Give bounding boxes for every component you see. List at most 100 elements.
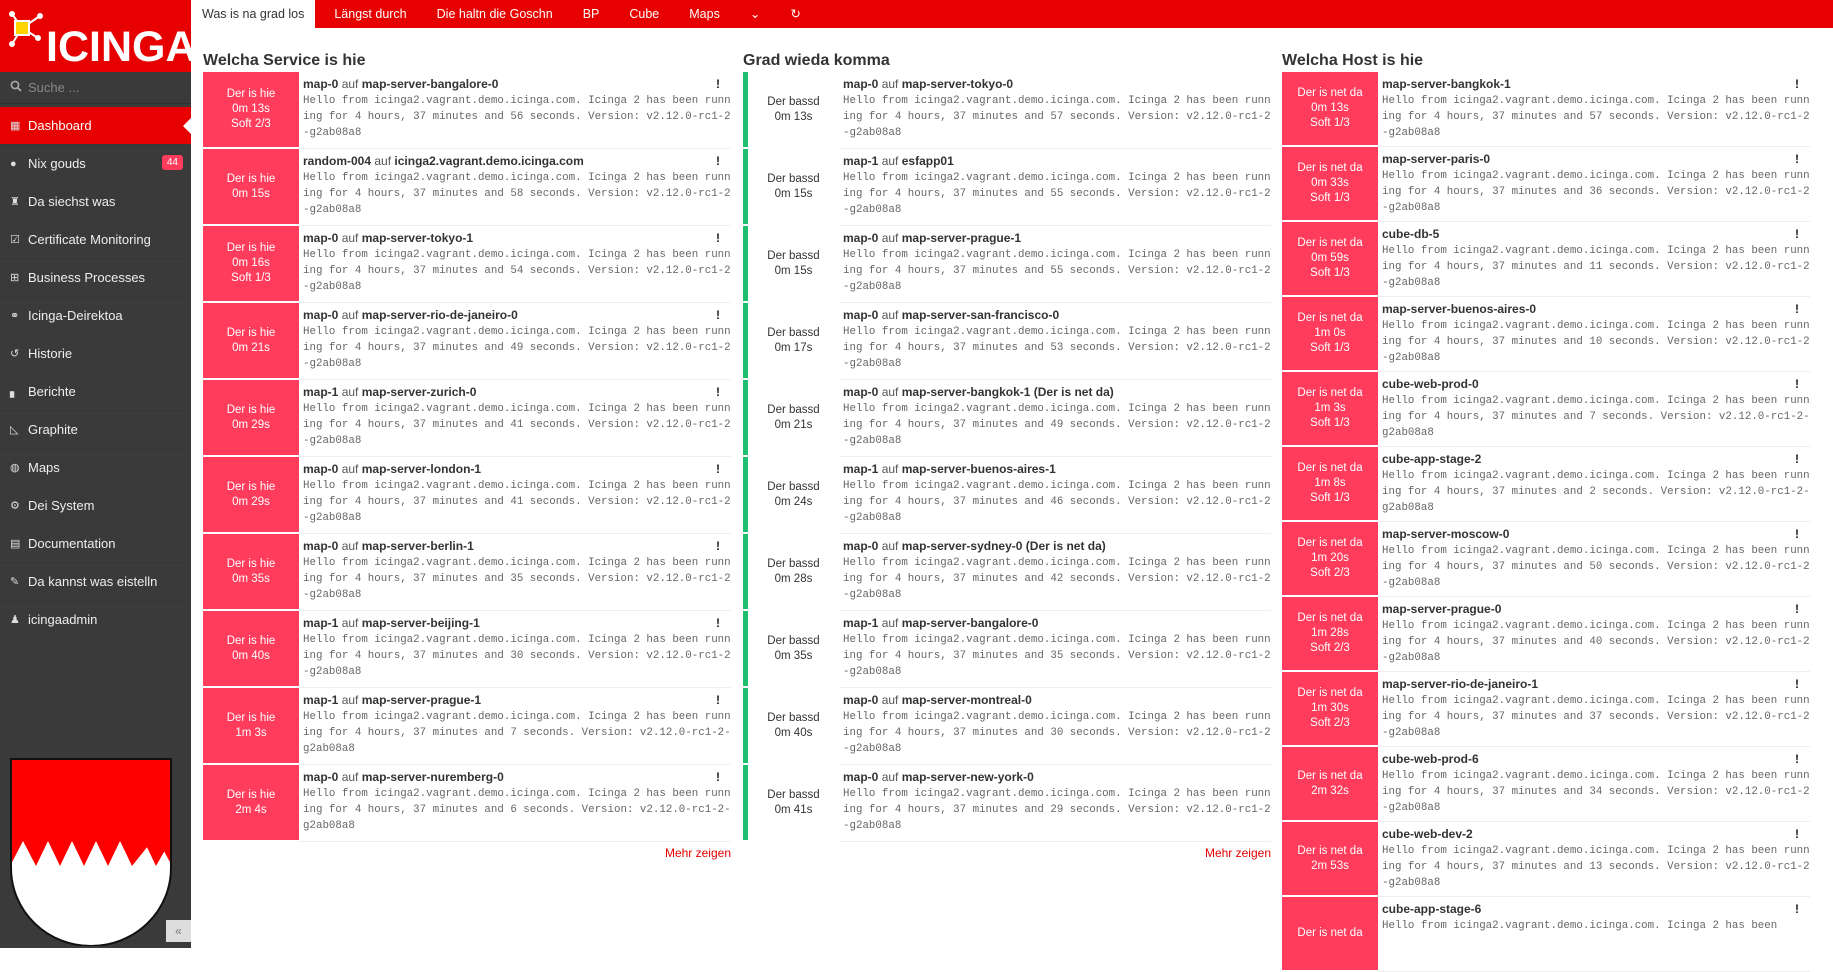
host-row[interactable]: Der is net da 1m 3s Soft 1/3 cube-web-prod-… [1282, 372, 1810, 447]
host-row[interactable]: Der is net da 1m 0s Soft 1/3 map-server-bue… [1282, 297, 1810, 372]
sidebar-item-da-siechst-was[interactable]: ♜ Da siechst was [0, 183, 191, 221]
service-row[interactable]: Der bassd 0m 15s map-0 auf map-server-prag… [743, 226, 1271, 303]
host-name-link[interactable]: map-server-nuremberg-0 [362, 770, 504, 784]
host-name-link[interactable]: cube-web-prod-6 [1382, 752, 1479, 766]
host-name-link[interactable]: map-server-san-francisco-0 [902, 308, 1059, 322]
host-name-link[interactable]: map-server-moscow-0 [1382, 527, 1509, 541]
host-name-link[interactable]: map-server-montreal-0 [902, 693, 1032, 707]
service-name-link[interactable]: random-004 [303, 154, 371, 168]
service-name-link[interactable]: map-0 [843, 770, 878, 784]
host-row[interactable]: Der is net da 2m 32s cube-web-prod-6! Hello… [1282, 747, 1810, 822]
search-input[interactable]: Suche ... [28, 80, 79, 95]
sidebar-item-nix-gouds[interactable]: ● Nix gouds 44 [0, 145, 191, 183]
tab-maps[interactable]: Maps [678, 0, 731, 28]
service-name-link[interactable]: map-0 [303, 77, 338, 91]
service-name-link[interactable]: map-0 [843, 385, 878, 399]
service-row[interactable]: Der bassd 0m 28s map-0 auf map-server-sydn… [743, 534, 1271, 611]
show-more-link[interactable]: Mehr zeigen [203, 846, 731, 860]
host-row[interactable]: Der is net da 1m 28s Soft 2/3 map-server-pr… [1282, 597, 1810, 672]
sidebar-item-da-kannst-was-eistelln[interactable]: ✎ Da kannst was eistelln [0, 563, 191, 601]
host-row[interactable]: Der is net da cube-app-stage-6! Hello from… [1282, 897, 1810, 972]
service-name-link[interactable]: map-0 [843, 231, 878, 245]
refresh-icon[interactable]: ↻ [779, 0, 811, 28]
sidebar-item-maps[interactable]: ◍ Maps [0, 449, 191, 487]
service-row[interactable]: Der bassd 0m 24s map-1 auf map-server-buen… [743, 457, 1271, 534]
service-name-link[interactable]: map-0 [303, 770, 338, 784]
service-name-link[interactable]: map-0 [843, 539, 878, 553]
host-name-link[interactable]: map-server-bangkok-1 [902, 385, 1031, 399]
host-row[interactable]: Der is net da 0m 33s Soft 1/3 map-server-pa… [1282, 147, 1810, 222]
host-name-link[interactable]: esfapp01 [902, 154, 954, 168]
tab-l-ngst-durch[interactable]: Längst durch [323, 0, 417, 28]
host-name-link[interactable]: cube-web-prod-0 [1382, 377, 1479, 391]
host-name-link[interactable]: map-server-tokyo-1 [362, 231, 473, 245]
service-row[interactable]: Der bassd 0m 35s map-1 auf map-server-bang… [743, 611, 1271, 688]
service-name-link[interactable]: map-0 [843, 308, 878, 322]
sidebar-item-documentation[interactable]: ▤ Documentation [0, 525, 191, 563]
tab-die-haltn-die-goschn[interactable]: Die haltn die Goschn [426, 0, 564, 28]
service-row[interactable]: Der is hie 0m 40s map-1 auf map-server-bei… [203, 611, 731, 688]
service-name-link[interactable]: map-1 [303, 693, 338, 707]
host-row[interactable]: Der is net da 2m 53s cube-web-dev-2! Hello … [1282, 822, 1810, 897]
show-more-link[interactable]: Mehr zeigen [743, 846, 1271, 860]
host-name-link[interactable]: map-server-rio-de-janeiro-0 [362, 308, 518, 322]
service-row[interactable]: Der is hie 1m 3s map-1 auf map-server-prag… [203, 688, 731, 765]
host-name-link[interactable]: map-server-bangalore-0 [362, 77, 499, 91]
icinga-logo[interactable]: ICINGA [0, 0, 191, 72]
sidebar-item-historie[interactable]: ↺ Historie [0, 335, 191, 373]
sidebar-item-graphite[interactable]: ◺ Graphite [0, 411, 191, 449]
host-name-link[interactable]: map-server-buenos-aires-0 [1382, 302, 1536, 316]
host-name-link[interactable]: map-server-berlin-1 [362, 539, 474, 553]
service-name-link[interactable]: map-0 [303, 231, 338, 245]
host-name-link[interactable]: map-server-prague-1 [362, 693, 481, 707]
host-name-link[interactable]: icinga2.vagrant.demo.icinga.com [394, 154, 583, 168]
service-row[interactable]: Der bassd 0m 17s map-0 auf map-server-san-… [743, 303, 1271, 380]
host-name-link[interactable]: map-server-paris-0 [1382, 152, 1490, 166]
host-name-link[interactable]: map-server-beijing-1 [362, 616, 480, 630]
host-name-link[interactable]: map-server-tokyo-0 [902, 77, 1013, 91]
host-name-link[interactable]: cube-db-5 [1382, 227, 1439, 241]
service-row[interactable]: Der is hie 0m 13s Soft 2/3 map-0 auf map-se… [203, 72, 731, 149]
host-name-link[interactable]: cube-web-dev-2 [1382, 827, 1473, 841]
tab-menu-icon[interactable]: ⌄ [739, 0, 771, 28]
host-name-link[interactable]: cube-app-stage-2 [1382, 452, 1481, 466]
service-name-link[interactable]: map-1 [843, 154, 878, 168]
service-name-link[interactable]: map-1 [303, 385, 338, 399]
sidebar-item-business-processes[interactable]: ⊞ Business Processes [0, 259, 191, 297]
service-row[interactable]: Der bassd 0m 13s map-0 auf map-server-toky… [743, 72, 1271, 149]
service-name-link[interactable]: map-0 [843, 77, 878, 91]
host-name-link[interactable]: map-server-new-york-0 [902, 770, 1034, 784]
host-row[interactable]: Der is net da 1m 8s Soft 1/3 cube-app-stage… [1282, 447, 1810, 522]
host-row[interactable]: Der is net da 0m 59s Soft 1/3 cube-db-5! Hel… [1282, 222, 1810, 297]
host-name-link[interactable]: map-server-rio-de-janeiro-1 [1382, 677, 1538, 691]
service-row[interactable]: Der is hie 0m 16s Soft 1/3 map-0 auf map-se… [203, 226, 731, 303]
search-box[interactable]: Suche ... [0, 72, 191, 104]
host-row[interactable]: Der is net da 0m 13s Soft 1/3 map-server-ba… [1282, 72, 1810, 147]
tab-was-is-na-grad-los[interactable]: Was is na grad los [191, 0, 316, 28]
service-name-link[interactable]: map-1 [303, 616, 338, 630]
service-name-link[interactable]: map-1 [843, 462, 878, 476]
sidebar-item-icingaadmin[interactable]: ♟ icingaadmin [0, 601, 191, 639]
tab-bp[interactable]: BP [572, 0, 611, 28]
service-name-link[interactable]: map-1 [843, 616, 878, 630]
host-name-link[interactable]: map-server-prague-0 [1382, 602, 1501, 616]
sidebar-item-dei-system[interactable]: ⚙ Dei System [0, 487, 191, 525]
host-name-link[interactable]: map-server-london-1 [362, 462, 481, 476]
service-row[interactable]: Der is hie 0m 35s map-0 auf map-server-ber… [203, 534, 731, 611]
sidebar-item-icinga-deirektoa[interactable]: ⚭ Icinga-Deirektoa [0, 297, 191, 335]
host-row[interactable]: Der is net da 1m 30s Soft 2/3 map-server-ri… [1282, 672, 1810, 747]
service-row[interactable]: Der is hie 0m 29s map-0 auf map-server-lon… [203, 457, 731, 534]
host-name-link[interactable]: map-server-bangalore-0 [902, 616, 1039, 630]
service-row[interactable]: Der bassd 0m 41s map-0 auf map-server-new-… [743, 765, 1271, 842]
host-name-link[interactable]: map-server-sydney-0 [902, 539, 1023, 553]
host-name-link[interactable]: map-server-prague-1 [902, 231, 1021, 245]
service-name-link[interactable]: map-0 [303, 462, 338, 476]
service-name-link[interactable]: map-0 [303, 539, 338, 553]
service-row[interactable]: Der is hie 2m 4s map-0 auf map-server-nure… [203, 765, 731, 842]
service-row[interactable]: Der is hie 0m 21s map-0 auf map-server-rio… [203, 303, 731, 380]
service-row[interactable]: Der bassd 0m 15s map-1 auf esfapp01 Hello f… [743, 149, 1271, 226]
service-row[interactable]: Der is hie 0m 29s map-1 auf map-server-zur… [203, 380, 731, 457]
host-name-link[interactable]: map-server-bangkok-1 [1382, 77, 1511, 91]
service-row[interactable]: Der bassd 0m 21s map-0 auf map-server-bang… [743, 380, 1271, 457]
collapse-sidebar-button[interactable]: « [166, 920, 191, 942]
